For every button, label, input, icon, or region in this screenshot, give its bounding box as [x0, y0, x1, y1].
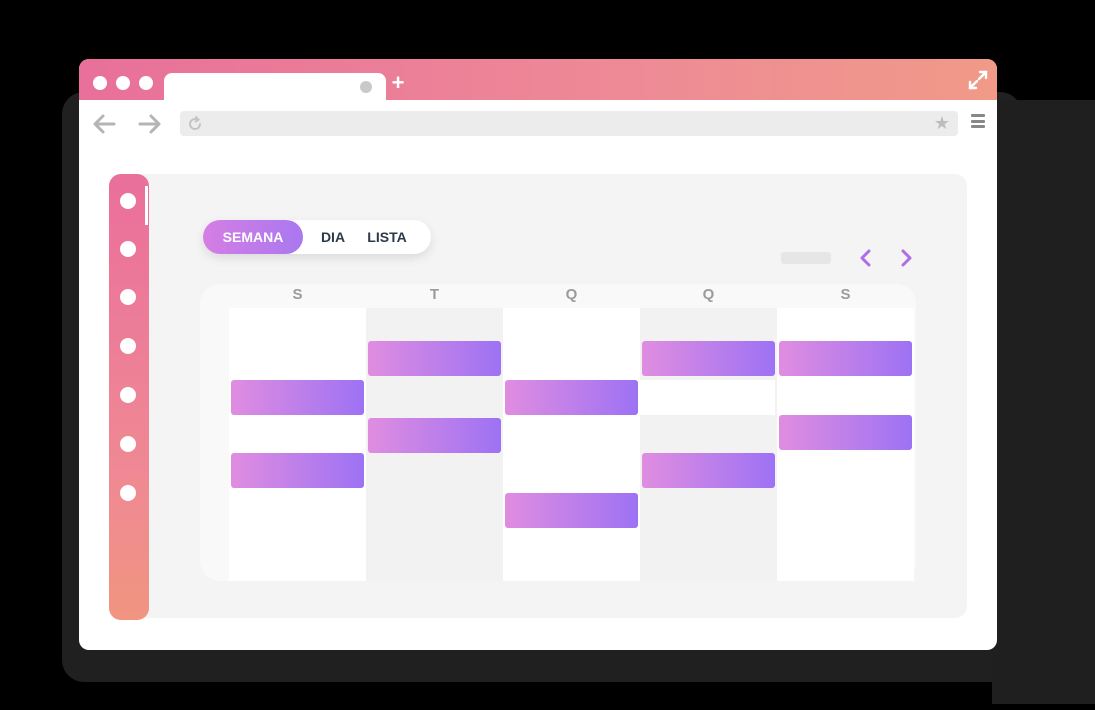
- day-header: S: [840, 286, 851, 303]
- maximize-window-dot[interactable]: [139, 76, 153, 90]
- reload-icon[interactable]: [186, 115, 204, 133]
- tab-lista[interactable]: LISTA: [363, 220, 411, 254]
- calendar-event[interactable]: [231, 380, 364, 415]
- navigation-bar: ★: [79, 100, 997, 150]
- calendar-event[interactable]: [368, 341, 501, 376]
- arrow-right-icon[interactable]: [135, 110, 163, 138]
- calendar-app: SEMANA DIA LISTA S T Q Q S: [109, 174, 967, 620]
- week-grid: S T Q Q S: [200, 284, 916, 581]
- sidebar-item-7[interactable]: [120, 485, 136, 501]
- arrow-left-icon[interactable]: [91, 110, 119, 138]
- close-window-dot[interactable]: [93, 76, 107, 90]
- hamburger-menu-icon[interactable]: [971, 114, 985, 128]
- day-column-4: Q: [640, 286, 777, 581]
- calendar-event[interactable]: [642, 453, 775, 488]
- sidebar: [109, 174, 149, 620]
- calendar-event[interactable]: [505, 380, 638, 415]
- star-icon[interactable]: ★: [934, 113, 950, 133]
- day-column-3: Q: [503, 286, 640, 581]
- chevron-right-icon[interactable]: [897, 248, 915, 268]
- browser-tab[interactable]: [164, 73, 386, 100]
- expand-icon[interactable]: [967, 69, 989, 91]
- calendar-event[interactable]: [642, 341, 775, 376]
- day-column-1: S: [229, 286, 366, 581]
- calendar-event[interactable]: [779, 415, 912, 450]
- day-header: T: [429, 286, 440, 303]
- sidebar-item-1[interactable]: [120, 193, 136, 209]
- calendar-event[interactable]: [505, 493, 638, 528]
- day-column-2: T: [366, 286, 503, 581]
- tab-close-icon[interactable]: [360, 81, 372, 93]
- browser-window: + ★ SEMANA DIA LISTA S T Q Q S: [79, 59, 997, 650]
- day-column-5: S: [777, 286, 914, 581]
- address-bar[interactable]: ★: [180, 111, 958, 136]
- day-header: Q: [702, 286, 715, 303]
- tab-semana[interactable]: SEMANA: [203, 220, 303, 254]
- view-switcher: SEMANA DIA LISTA: [203, 220, 431, 254]
- sidebar-item-3[interactable]: [120, 289, 136, 305]
- tab-dia[interactable]: DIA: [311, 220, 355, 254]
- sidebar-active-marker: [145, 186, 148, 225]
- sidebar-item-6[interactable]: [120, 436, 136, 452]
- plus-icon[interactable]: +: [388, 72, 408, 94]
- sidebar-item-2[interactable]: [120, 241, 136, 257]
- day-header: Q: [565, 286, 578, 303]
- period-label-placeholder: [781, 252, 831, 264]
- day-header: S: [292, 286, 303, 303]
- sidebar-item-4[interactable]: [120, 338, 136, 354]
- window-shadow-right: [992, 100, 1095, 704]
- title-bar: +: [79, 59, 997, 100]
- chevron-left-icon[interactable]: [857, 248, 875, 268]
- time-slot[interactable]: [640, 380, 775, 415]
- calendar-event[interactable]: [368, 418, 501, 453]
- minimize-window-dot[interactable]: [116, 76, 130, 90]
- calendar-event[interactable]: [231, 453, 364, 488]
- calendar-event[interactable]: [779, 341, 912, 376]
- sidebar-item-5[interactable]: [120, 387, 136, 403]
